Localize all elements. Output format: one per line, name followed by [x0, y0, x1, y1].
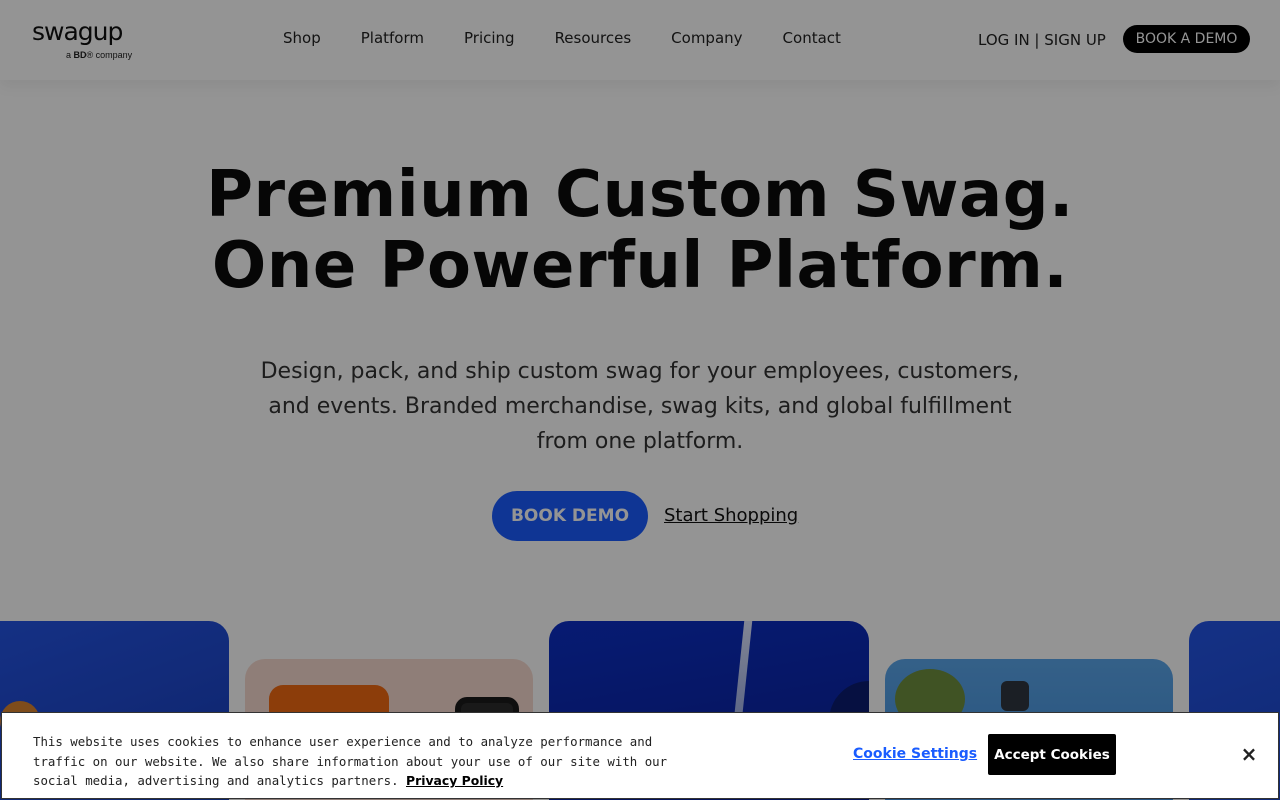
- cookie-banner: This website uses cookies to enhance use…: [1, 712, 1279, 799]
- cookie-settings-link[interactable]: Cookie Settings: [853, 746, 977, 762]
- modal-overlay[interactable]: [0, 0, 1280, 800]
- accept-cookies-button[interactable]: Accept Cookies: [988, 734, 1116, 775]
- close-icon[interactable]: ×: [1238, 743, 1260, 765]
- cookie-message: This website uses cookies to enhance use…: [33, 734, 668, 788]
- privacy-policy-link[interactable]: Privacy Policy: [406, 773, 503, 788]
